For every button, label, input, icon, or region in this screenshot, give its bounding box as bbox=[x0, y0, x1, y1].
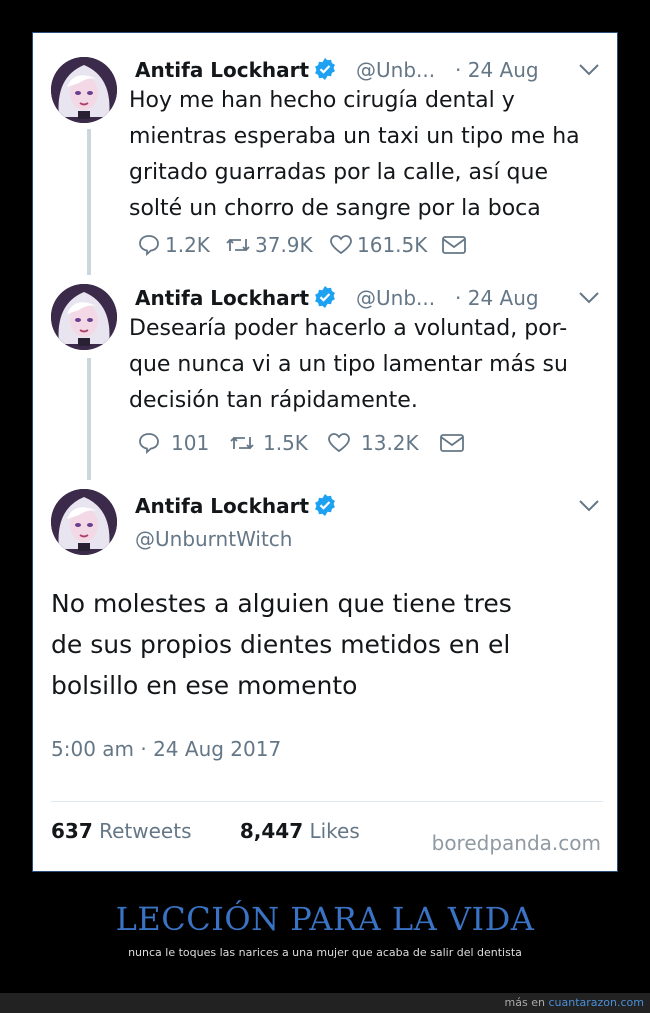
reply-icon bbox=[139, 433, 159, 454]
avatar-image bbox=[51, 284, 117, 350]
heart-icon bbox=[328, 433, 350, 453]
retweet-button[interactable]: 37.9K bbox=[225, 232, 313, 258]
avatar[interactable] bbox=[51, 489, 117, 555]
retweet-icon bbox=[230, 436, 254, 450]
tweet-date[interactable]: · 24 Aug bbox=[455, 286, 539, 310]
verified-badge-icon bbox=[315, 286, 335, 308]
reply-button[interactable]: 101 bbox=[137, 430, 209, 456]
retweet-button[interactable]: 1.5K bbox=[229, 430, 308, 456]
like-button[interactable]: 161.5K bbox=[329, 232, 427, 258]
retweet-stat[interactable]: 637 Retweets bbox=[51, 819, 191, 843]
avatar-image bbox=[51, 57, 117, 123]
thread-tweet-1[interactable]: Antifa Lockhart @Unb... · 24 Aug Hoy me … bbox=[33, 33, 617, 283]
direct-message-icon[interactable] bbox=[439, 432, 465, 454]
verified-badge-icon bbox=[315, 494, 335, 516]
chevron-down-icon[interactable] bbox=[578, 499, 600, 513]
like-button[interactable]: 13.2K bbox=[327, 430, 419, 456]
tweet-text: Hoy me han hecho cirugía dental y mientr… bbox=[129, 88, 580, 221]
chevron-down-icon[interactable] bbox=[578, 63, 600, 77]
author-handle[interactable]: @Unb... bbox=[356, 286, 435, 310]
author-name[interactable]: Antifa Lockhart bbox=[135, 285, 337, 310]
reply-button[interactable]: 1.2K bbox=[137, 232, 210, 258]
caption-title: LECCIÓN PARA LA VIDA bbox=[115, 900, 535, 938]
main-tweet-text: No molestes a alguien que tiene tres de … bbox=[51, 589, 512, 700]
caption-subtitle: nunca le toques las narices a una mujer … bbox=[128, 946, 522, 959]
chevron-down-icon[interactable] bbox=[578, 291, 600, 305]
heart-icon bbox=[330, 235, 352, 255]
direct-message-icon[interactable] bbox=[441, 234, 467, 256]
watermark: boredpanda.com bbox=[431, 831, 601, 855]
tweet-date[interactable]: · 24 Aug bbox=[455, 58, 539, 82]
tweet-stats: 637 Retweets 8,447 Likes bbox=[51, 819, 360, 843]
footer-text: más en cuantarazon.com bbox=[504, 996, 644, 1009]
author-handle[interactable]: @UnburntWitch bbox=[135, 527, 292, 551]
avatar-image bbox=[51, 489, 117, 555]
like-stat[interactable]: 8,447 Likes bbox=[240, 819, 360, 843]
verified-badge-icon bbox=[315, 58, 335, 80]
author-handle[interactable]: @Unb... bbox=[356, 58, 435, 82]
avatar[interactable] bbox=[51, 57, 117, 123]
divider bbox=[51, 801, 603, 802]
tweet-text: Desearía poder hacerlo a voluntad, por- … bbox=[129, 316, 568, 413]
author-name[interactable]: Antifa Lockhart bbox=[135, 57, 337, 82]
footer-bar: más en cuantarazon.com bbox=[0, 993, 650, 1013]
retweet-icon bbox=[226, 238, 250, 252]
site-link[interactable]: cuantarazon.com bbox=[548, 996, 644, 1009]
avatar[interactable] bbox=[51, 284, 117, 350]
screenshot-frame: Antifa Lockhart @Unb... · 24 Aug Hoy me … bbox=[32, 32, 618, 872]
reply-icon bbox=[139, 235, 159, 256]
tweet-timestamp[interactable]: 5:00 am · 24 Aug 2017 bbox=[51, 737, 281, 761]
thread-tweet-2[interactable]: Antifa Lockhart @Unb... · 24 Aug Desearí… bbox=[33, 283, 617, 483]
author-name[interactable]: Antifa Lockhart bbox=[135, 493, 337, 518]
